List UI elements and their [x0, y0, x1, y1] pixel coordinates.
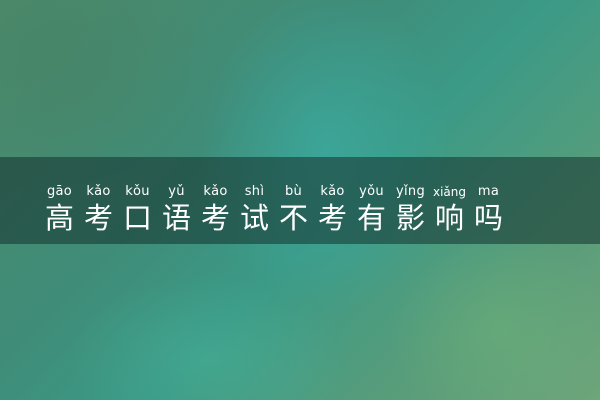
hanzi-char: 高 — [44, 201, 74, 235]
pinyin-label: xiǎng — [432, 185, 466, 199]
char-cell: kǒu 口 — [118, 184, 157, 236]
char-cell: kǎo 考 — [313, 184, 352, 236]
hanzi-char: 口 — [122, 201, 152, 235]
char-cell: bù 不 — [274, 184, 313, 236]
pinyin-label: kǎo — [203, 184, 228, 199]
char-cell: gāo 高 — [40, 184, 79, 236]
hanzi-char: 考 — [200, 201, 230, 235]
hanzi-char: 试 — [239, 201, 269, 235]
hanzi-char: 语 — [161, 201, 191, 235]
char-cell: ma 吗 — [469, 184, 508, 236]
pinyin-label: kǎo — [86, 184, 111, 199]
title-ruby-row: gāo 高 kǎo 考 kǒu 口 yǔ 语 kǎo 考 shì 试 bù 不 … — [40, 184, 508, 236]
char-cell: kǎo 考 — [79, 184, 118, 236]
hanzi-char: 影 — [395, 201, 425, 235]
char-cell: shì 试 — [235, 184, 274, 236]
char-cell: yǒu 有 — [352, 184, 391, 236]
pinyin-label: ma — [477, 184, 500, 199]
pinyin-label: bù — [284, 184, 303, 199]
hanzi-char: 考 — [83, 201, 113, 235]
hanzi-char: 响 — [434, 201, 464, 235]
hanzi-char: 有 — [356, 201, 386, 235]
char-cell: kǎo 考 — [196, 184, 235, 236]
char-cell: xiǎng 响 — [430, 184, 469, 236]
pinyin-label: yǐng — [396, 184, 425, 199]
pinyin-label: shì — [244, 184, 265, 199]
pinyin-label: yǔ — [168, 184, 185, 199]
background-canvas: gāo 高 kǎo 考 kǒu 口 yǔ 语 kǎo 考 shì 试 bù 不 … — [0, 0, 600, 400]
pinyin-label: kǎo — [320, 184, 345, 199]
hanzi-char: 考 — [317, 201, 347, 235]
pinyin-label: gāo — [46, 184, 73, 199]
pinyin-label: kǒu — [125, 184, 150, 199]
hanzi-char: 吗 — [473, 201, 503, 235]
char-cell: yǔ 语 — [157, 184, 196, 236]
pinyin-label: yǒu — [359, 184, 384, 199]
char-cell: yǐng 影 — [391, 184, 430, 236]
hanzi-char: 不 — [278, 201, 308, 235]
